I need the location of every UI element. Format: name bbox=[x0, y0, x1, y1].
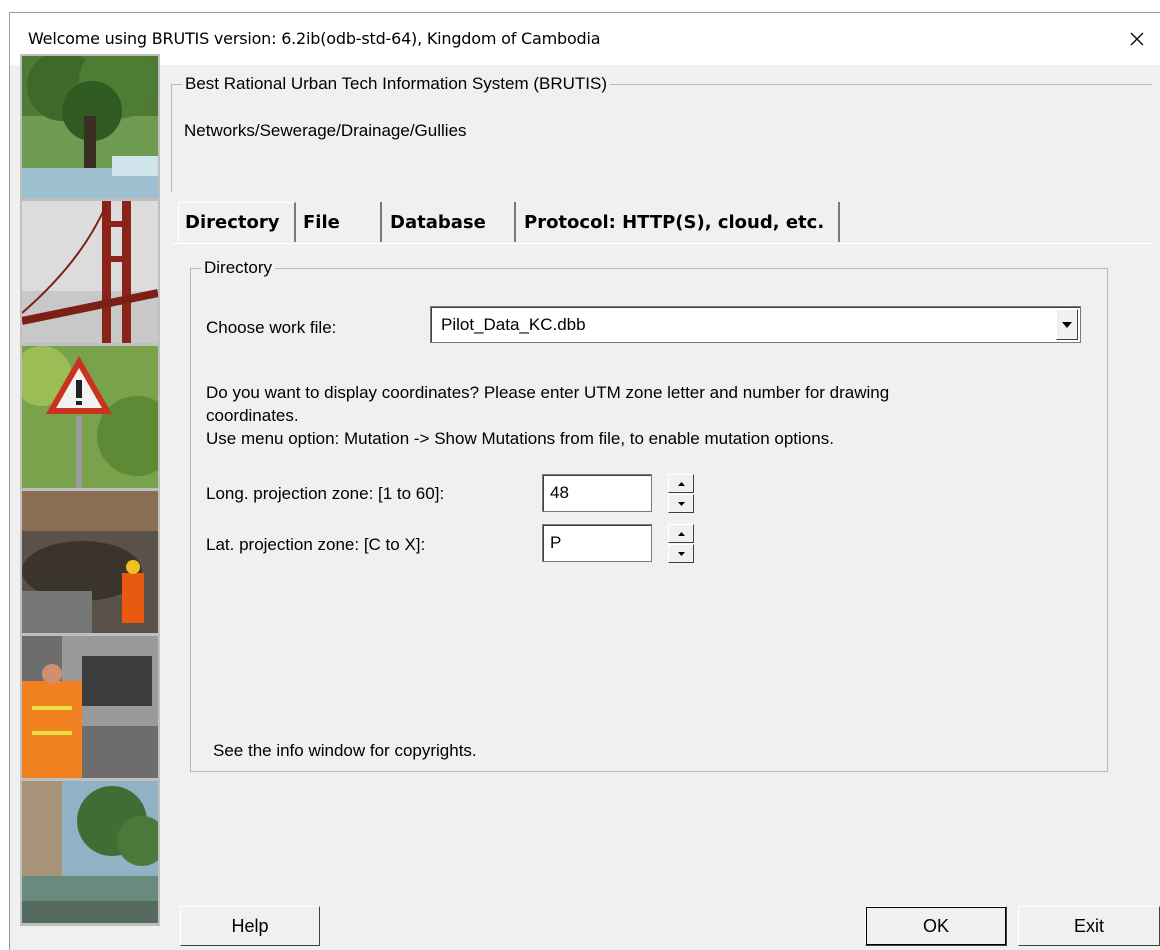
tab-directory[interactable]: Directory bbox=[178, 202, 296, 242]
title-bar: Welcome using BRUTIS version: 6.2ib(odb-… bbox=[10, 13, 1160, 65]
work-file-value: Pilot_Data_KC.dbb bbox=[441, 315, 586, 334]
copyright-note: See the info window for copyrights. bbox=[213, 741, 477, 760]
long-zone-label: Long. projection zone: [1 to 60]: bbox=[206, 484, 445, 503]
lat-zone-input[interactable]: P bbox=[542, 524, 652, 562]
work-file-label: Choose work file: bbox=[206, 318, 337, 337]
button-label: Exit bbox=[1073, 915, 1104, 936]
lat-zone-value: P bbox=[550, 533, 562, 552]
ok-button[interactable]: OK bbox=[865, 906, 1007, 946]
lat-zone-up-button[interactable] bbox=[668, 524, 694, 543]
photo-strip bbox=[20, 54, 160, 926]
window-title: Welcome using BRUTIS version: 6.2ib(odb-… bbox=[28, 29, 601, 48]
arrow-up-icon bbox=[677, 531, 685, 536]
lat-zone-spinner[interactable] bbox=[668, 524, 694, 564]
tab-label: File bbox=[303, 211, 340, 233]
long-zone-value: 48 bbox=[550, 483, 569, 502]
header-subtitle: Networks/Sewerage/Drainage/Gullies bbox=[184, 121, 467, 140]
lat-zone-label: Lat. projection zone: [C to X]: bbox=[206, 535, 426, 554]
sewer-worker-photo bbox=[22, 491, 158, 633]
button-label: OK bbox=[922, 915, 949, 936]
arrow-down-icon bbox=[677, 501, 685, 506]
canal-street-photo bbox=[22, 781, 158, 923]
button-label: Help bbox=[231, 915, 269, 936]
header-title: Best Rational Urban Tech Information Sys… bbox=[182, 74, 611, 94]
close-button[interactable] bbox=[1114, 13, 1160, 65]
close-icon bbox=[1130, 32, 1144, 46]
tab-protocol[interactable]: Protocol: HTTP(S), cloud, etc. bbox=[518, 202, 840, 242]
bridge-photo bbox=[22, 201, 158, 343]
long-zone-spinner[interactable] bbox=[668, 474, 694, 514]
dropdown-button[interactable] bbox=[1056, 309, 1078, 340]
warning-sign-photo bbox=[22, 346, 158, 488]
arrow-up-icon bbox=[677, 481, 685, 486]
tab-label: Directory bbox=[185, 212, 280, 233]
tab-file[interactable]: File bbox=[297, 202, 382, 242]
help-button[interactable]: Help bbox=[180, 906, 320, 946]
road-worker-photo bbox=[22, 636, 158, 778]
long-zone-down-button[interactable] bbox=[668, 494, 694, 513]
directory-groupbox: Directory bbox=[190, 258, 1108, 772]
directory-title: Directory bbox=[201, 258, 276, 278]
tab-database[interactable]: Database bbox=[384, 202, 516, 242]
long-zone-input[interactable]: 48 bbox=[542, 474, 652, 512]
tab-label: Database bbox=[390, 211, 486, 233]
long-zone-up-button[interactable] bbox=[668, 474, 694, 493]
lat-zone-down-button[interactable] bbox=[668, 544, 694, 563]
work-file-select[interactable]: Pilot_Data_KC.dbb bbox=[430, 306, 1081, 343]
tab-label: Protocol: HTTP(S), cloud, etc. bbox=[524, 211, 825, 233]
chevron-down-icon bbox=[1062, 321, 1072, 328]
mutation-hint: Use menu option: Mutation -> Show Mutati… bbox=[206, 429, 834, 448]
coord-prompt-line1: Do you want to display coordinates? Plea… bbox=[206, 383, 890, 402]
arrow-down-icon bbox=[677, 551, 685, 556]
tree-photo bbox=[22, 56, 158, 198]
exit-button[interactable]: Exit bbox=[1018, 906, 1160, 946]
coord-prompt-line2: coordinates. bbox=[206, 406, 299, 425]
